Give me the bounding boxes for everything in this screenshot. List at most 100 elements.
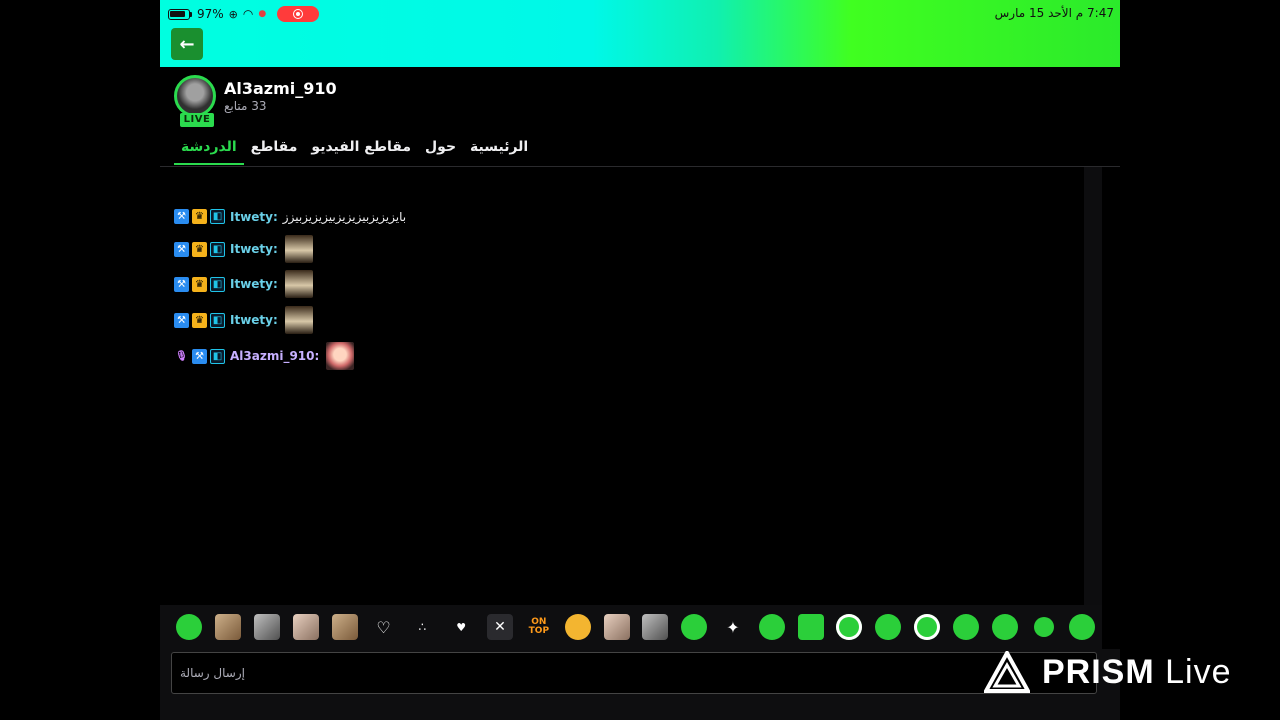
subscriber-badge-icon[interactable]: ◧ <box>210 312 225 328</box>
tab-about[interactable]: حول <box>418 133 463 165</box>
emote-slot[interactable] <box>1063 605 1102 649</box>
emote-slot[interactable] <box>752 605 791 649</box>
location-icon: ● <box>258 9 267 19</box>
emote-slot[interactable] <box>947 605 986 649</box>
dancing-emote-icon[interactable] <box>284 235 313 263</box>
emote-slot[interactable] <box>325 605 364 649</box>
dancing-emote-icon[interactable] <box>284 270 313 298</box>
crying-baby-emote-icon[interactable] <box>326 342 355 370</box>
arrow-left-icon: ← <box>179 33 195 55</box>
tab-clips[interactable]: مقاطع <box>244 133 305 165</box>
battery-icon <box>168 8 190 20</box>
frog-emote-icon <box>875 614 902 640</box>
subscriber-badge-icon[interactable]: ◧ <box>210 209 225 224</box>
chat-message: ⚒ ♛ ◧ Itwety: <box>174 270 313 298</box>
emote-slot[interactable] <box>675 605 714 649</box>
moderator-badge-icon[interactable]: ⚒ <box>192 348 207 364</box>
frog-emote-icon <box>797 614 824 640</box>
emote-slot[interactable] <box>869 605 908 649</box>
thinking-face-emote-icon <box>564 614 591 640</box>
emote-slot[interactable]: ✦ <box>714 605 753 649</box>
watermark-brand: PRISM <box>1042 652 1155 691</box>
chat-message: 🎙 ⚒ ◧ Al3azmi_910: <box>174 342 355 370</box>
emote-slot[interactable] <box>597 605 636 649</box>
emote-slot[interactable] <box>908 605 947 649</box>
chat-username[interactable]: Itwety: <box>230 210 278 224</box>
chat-message-input[interactable] <box>171 652 1097 694</box>
emote-slot[interactable] <box>791 605 830 649</box>
emote-slot[interactable]: ♡ <box>364 605 403 649</box>
chat-scrollbar[interactable] <box>1084 167 1102 605</box>
tab-videos[interactable]: مقاطع الفيديو <box>304 133 418 165</box>
emote-bar: ♡ ∴ ♥ ✕ ON TOP ✦ <box>160 605 1102 649</box>
emote-slot[interactable]: ♥ <box>442 605 481 649</box>
baby-emote-icon <box>292 614 319 640</box>
cat-emote-icon <box>642 614 669 640</box>
broadcaster-mic-badge-icon[interactable]: 🎙 <box>174 349 189 364</box>
frog-emote-icon <box>836 614 863 640</box>
screen-record-indicator[interactable] <box>277 6 320 22</box>
moderator-badge-icon[interactable]: ⚒ <box>174 276 189 292</box>
frog-emote-icon <box>758 614 785 640</box>
chat-text: بايزيزيزبيزيزيزبيزيزيزبيزز <box>282 209 407 224</box>
subscriber-badge-icon[interactable]: ◧ <box>210 348 225 364</box>
emote-slot[interactable] <box>636 605 675 649</box>
chat-username[interactable]: Itwety: <box>230 313 278 327</box>
emote-slot[interactable]: ∴ <box>403 605 442 649</box>
moderator-badge-icon[interactable]: ⚒ <box>174 312 189 328</box>
crown-badge-icon[interactable]: ♛ <box>192 276 207 292</box>
live-badge: LIVE <box>180 113 214 127</box>
status-bar-right: 7:47 م الأحد 15 مارس <box>995 6 1114 20</box>
subscriber-badge-icon[interactable]: ◧ <box>210 276 225 292</box>
chat-username[interactable]: Itwety: <box>230 242 278 256</box>
avatar[interactable]: LIVE <box>174 75 216 127</box>
emote-slot[interactable] <box>985 605 1024 649</box>
chat-input-area <box>160 649 1120 720</box>
back-button[interactable]: ← <box>171 28 203 60</box>
tab-chat[interactable]: الدردشة <box>174 133 244 165</box>
battery-nub-icon <box>190 11 192 17</box>
sparkle-icon: ∴ <box>418 620 427 634</box>
chat-username[interactable]: Itwety: <box>230 277 278 291</box>
emote-slot[interactable] <box>170 605 209 649</box>
prism-logo-icon <box>984 651 1030 693</box>
prism-live-watermark: PRISM Live <box>984 650 1232 694</box>
crown-badge-icon[interactable]: ♛ <box>192 209 207 224</box>
emote-slot[interactable] <box>248 605 287 649</box>
on-top-emote-icon: ON TOP <box>528 617 550 636</box>
crown-badge-icon[interactable]: ♛ <box>192 241 207 257</box>
moderator-badge-icon[interactable]: ⚒ <box>174 241 189 257</box>
chat-message: ⚒ ♛ ◧ Itwety: <box>174 235 313 263</box>
battery-level: 97% <box>197 7 224 21</box>
lock-rotation-icon: ⊕ <box>228 7 238 21</box>
follower-count: 33 متابع <box>224 99 267 113</box>
app-screen: 97% ⊕ ◠ ● 7:47 م الأحد 15 مارس ← LIVE Al… <box>160 0 1120 720</box>
emote-slot[interactable]: ON TOP <box>519 605 558 649</box>
moderator-badge-icon[interactable]: ⚒ <box>174 209 189 224</box>
emote-slot[interactable] <box>209 605 248 649</box>
chat-username[interactable]: Al3azmi_910: <box>230 349 319 363</box>
subscriber-badge-icon[interactable]: ◧ <box>210 241 225 257</box>
emote-slot[interactable]: ✕ <box>481 605 520 649</box>
wifi-icon: ◠ <box>242 7 254 21</box>
chat-message: ⚒ ♛ ◧ Itwety: <box>174 306 313 334</box>
photo-emote-icon <box>603 614 630 640</box>
watermark-suffix: Live <box>1165 652 1232 691</box>
emote-slot[interactable] <box>830 605 869 649</box>
emote-slot[interactable] <box>558 605 597 649</box>
emote-slot[interactable] <box>286 605 325 649</box>
dancing-emote-icon[interactable] <box>284 306 313 334</box>
channel-name[interactable]: Al3azmi_910 <box>224 79 337 98</box>
channel-tabs: الرئيسية حول مقاطع الفيديو مقاطع الدردشة <box>174 133 535 167</box>
muted-speaker-icon: ✕ <box>487 614 514 640</box>
emote-slot[interactable] <box>1024 605 1063 649</box>
status-bar-left: 97% ⊕ ◠ ● <box>168 6 320 22</box>
record-icon <box>293 9 304 19</box>
tab-home[interactable]: الرئيسية <box>463 133 535 165</box>
status-time-date: 7:47 م الأحد 15 مارس <box>994 6 1114 20</box>
frog-headphones-emote-icon <box>914 614 941 640</box>
photo-emote-icon <box>331 614 358 640</box>
chat-message: ⚒ ♛ ◧ Itwety: بايزيزيزبيزيزيزبيزيزيزبيزز <box>174 209 406 224</box>
crown-badge-icon[interactable]: ♛ <box>192 312 207 328</box>
frog-emote-icon <box>1069 614 1096 640</box>
